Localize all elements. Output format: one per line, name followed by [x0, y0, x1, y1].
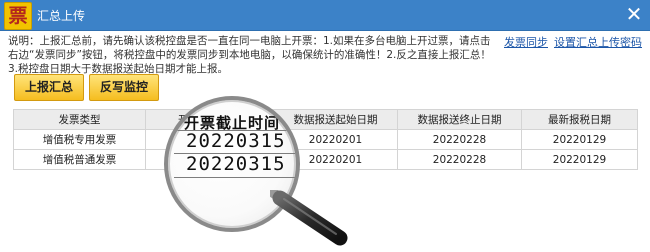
invoice-logo-icon: 票	[4, 2, 32, 30]
magnified-value-1: 20220315	[186, 130, 286, 152]
column-header-invoice-type: 发票类型	[13, 109, 146, 130]
magnifier-handle-icon	[270, 190, 348, 246]
close-icon[interactable]: ✕	[624, 3, 644, 25]
column-header-report-end-date: 数据报送终止日期	[397, 109, 522, 130]
table-row[interactable]: 增值税普通发票 20220315 20220201 20220228 20220…	[13, 149, 638, 170]
column-header-latest-tax-date: 最新报税日期	[521, 109, 638, 130]
invoice-table: 发票类型 开票截止时间 数据报送起始日期 数据报送终止日期 最新报税日期 增值税…	[13, 109, 638, 170]
cell-invoice-type: 增值税专用发票	[13, 129, 146, 150]
action-links: 发票同步 设置汇总上传密码	[504, 34, 642, 50]
notice-text: 说明：上报汇总前，请先确认该税控盘是否一直在同一电脑上开票：1.如果在多台电脑上…	[8, 35, 491, 75]
column-header-report-start-date: 数据报送起始日期	[273, 109, 398, 130]
cell-invoice-type: 增值税普通发票	[13, 149, 146, 170]
magnified-value-2: 20220315	[186, 153, 286, 175]
writeback-monitor-button[interactable]: 反写监控	[89, 74, 159, 101]
upload-summary-button[interactable]: 上报汇总	[14, 74, 84, 101]
cell-latest-tax-date: 20220129	[521, 149, 638, 170]
sync-invoice-link[interactable]: 发票同步	[504, 36, 548, 49]
cell-report-end-date: 20220228	[397, 149, 522, 170]
cell-report-end-date: 20220228	[397, 129, 522, 150]
title-bar: 票 汇总上传 ✕	[0, 0, 650, 31]
cell-latest-tax-date: 20220129	[521, 129, 638, 150]
window-title: 汇总上传	[37, 9, 86, 23]
table-row[interactable]: 增值税专用发票 20220315 20220201 20220228 20220…	[13, 129, 638, 150]
magnified-gridline	[174, 177, 296, 178]
set-password-link[interactable]: 设置汇总上传密码	[554, 36, 642, 49]
table-header-row: 发票类型 开票截止时间 数据报送起始日期 数据报送终止日期 最新报税日期	[13, 109, 638, 130]
